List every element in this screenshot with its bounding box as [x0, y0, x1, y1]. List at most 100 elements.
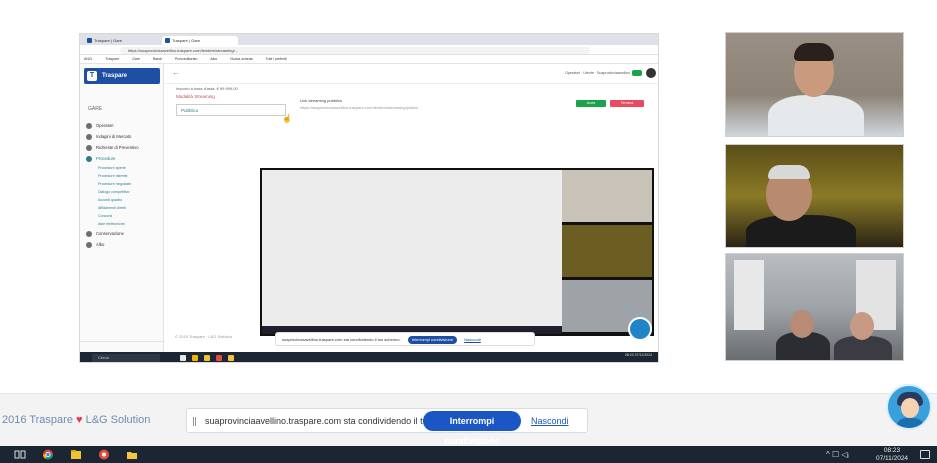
streaming-mode-label: Modalità Streaming: [176, 94, 215, 99]
brand-button[interactable]: T Traspare: [84, 68, 160, 84]
sidebar-item-conservazione[interactable]: Conservazione: [86, 228, 162, 239]
page-footer-strip: 2016 Traspare ♥ L&G Solution suaprovinci…: [0, 393, 937, 446]
bookmark[interactable]: Albo: [210, 57, 217, 61]
system-tray[interactable]: ^ ☐ ◁ᵢ: [826, 450, 849, 459]
nested-hide-link[interactable]: Nascondi: [464, 337, 481, 342]
app-main: ← Operatori · Utente · Suaprovinciaavell…: [164, 64, 658, 359]
sidebar-subitem[interactable]: Procedure aperte: [86, 164, 162, 172]
header-user-info[interactable]: Operatori · Utente · Suaprovinciaavellin…: [565, 71, 630, 75]
status-badge: [632, 70, 642, 76]
heart-icon: ♥: [76, 414, 83, 426]
public-streaming-link: Link streaming pubblico https://suaprovi…: [300, 98, 490, 110]
hide-share-bar-link[interactable]: Nascondi: [531, 416, 569, 426]
chrome-icon[interactable]: [192, 355, 198, 361]
sidebar-menu: Operatori Indagini di Mercato Richieste …: [86, 120, 162, 250]
participant-head: [790, 310, 814, 338]
start-streaming-button[interactable]: Avvia: [576, 100, 606, 107]
taskbar-clock[interactable]: 08:23 07/11/2024: [876, 447, 908, 462]
sidebar-item-preventivo[interactable]: Richieste di Preventivo: [86, 142, 162, 153]
header-avatar[interactable]: [646, 68, 656, 78]
taskbar-search-field[interactable]: Cerca: [92, 354, 160, 362]
nested-clock: 08:23 07/11/2024: [625, 353, 652, 357]
document-icon: [86, 242, 92, 248]
factory-icon: [86, 134, 92, 140]
assistant-avatar[interactable]: [628, 317, 652, 341]
bookmark[interactable]: Tutti i preferiti: [266, 57, 287, 61]
clock-icon: [86, 123, 92, 129]
video-tile-participant-1: [725, 32, 904, 137]
nested-stop-sharing-button[interactable]: Interrompi condivisione: [407, 336, 457, 344]
sidebar-subitem[interactable]: Aste elettroniche: [86, 220, 162, 228]
app-icon[interactable]: [228, 355, 234, 361]
app-sidebar: T Traspare GARE Operatori Indagini di Me…: [80, 64, 164, 359]
app-icon[interactable]: [216, 355, 222, 361]
assistant-avatar-large[interactable]: [886, 384, 932, 430]
windows-taskbar: ^ ☐ ◁ᵢ 08:23 07/11/2024: [0, 446, 937, 463]
participant-hair: [768, 165, 810, 179]
app-header: ← Operatori · Utente · Suaprovinciaavell…: [164, 64, 658, 84]
sidebar-subitem[interactable]: Affidamenti diretti: [86, 204, 162, 212]
tab-favicon-icon: [165, 38, 170, 43]
flask-icon: [86, 156, 92, 162]
streaming-url[interactable]: https://suaprovinciaavellino.traspare.co…: [300, 105, 490, 110]
sidebar-header: GARE: [88, 106, 103, 112]
sidebar-subitem[interactable]: Concorsi: [86, 212, 162, 220]
folder-icon[interactable]: [204, 355, 210, 361]
screen: Traspare | Gare Traspare | Gare https://…: [0, 0, 937, 463]
nested-camera-tile: [562, 225, 652, 277]
sidebar-item-indagini[interactable]: Indagini di Mercato: [86, 131, 162, 142]
nested-windows-taskbar: Cerca 08:23 07/11/2024: [80, 352, 658, 362]
participant-head: [850, 312, 874, 340]
bookmark[interactable]: Provveditorato: [175, 57, 198, 61]
bookmark[interactable]: Gare: [132, 57, 140, 61]
brand-traspare[interactable]: Traspare: [29, 414, 73, 426]
bookmarks-bar: ANCI Traspare Gare Bandi Provveditorato …: [80, 55, 658, 64]
drag-handle-icon[interactable]: [193, 417, 196, 426]
url-field[interactable]: https://suaprovinciaavellino.traspare.co…: [120, 47, 590, 54]
brand-lg-solution[interactable]: L&G Solution: [86, 414, 151, 426]
nested-camera-tile: [562, 170, 652, 222]
bookmark[interactable]: Bandi: [153, 57, 162, 61]
clock-date: 07/11/2024: [876, 454, 909, 462]
archive-icon: [86, 231, 92, 237]
sidebar-subitem[interactable]: Procedure negoziate: [86, 180, 162, 188]
sidebar-subitem[interactable]: Procedure ristrette: [86, 172, 162, 180]
notification-icon[interactable]: [920, 450, 930, 459]
sidebar-item-albo[interactable]: Albo: [86, 239, 162, 250]
tender-form: Importo a base d'asta: € 99.999,00 Modal…: [176, 86, 238, 99]
address-bar: https://suaprovinciaavellino.traspare.co…: [80, 45, 658, 55]
video-tile-participant-2: [725, 144, 904, 248]
bookmark[interactable]: Nuova scheda: [230, 57, 252, 61]
participant-body: [768, 95, 864, 136]
brand-label: Traspare: [102, 73, 128, 79]
sidebar-item-procedure[interactable]: Procedure: [86, 153, 162, 164]
base-amount-label: Importo a base d'asta: € 99.999,00: [176, 86, 238, 91]
task-view-icon[interactable]: [14, 449, 26, 460]
hand-cursor-icon: ☝: [282, 114, 292, 123]
file-explorer-icon[interactable]: [70, 449, 82, 460]
nested-shared-screen: [262, 170, 562, 334]
app-icon[interactable]: [98, 449, 110, 460]
nested-share-message: suaprovinciaavellino.traspare.com sta co…: [282, 337, 401, 342]
pencil-icon: [86, 145, 92, 151]
browser-tab[interactable]: Traspare | Gare: [84, 36, 160, 45]
bookmark[interactable]: ANCI: [84, 57, 92, 61]
shared-screen: Traspare | Gare Traspare | Gare https://…: [79, 33, 659, 363]
tab-favicon-icon: [87, 38, 92, 43]
browser-tabbar: Traspare | Gare Traspare | Gare: [80, 34, 658, 45]
browser-tab-active[interactable]: Traspare | Gare: [162, 36, 238, 45]
window-background: [734, 260, 764, 330]
streaming-mode-select[interactable]: Pubblico: [176, 104, 286, 116]
nested-meeting-preview: [260, 168, 654, 336]
stop-streaming-button[interactable]: Termina: [610, 100, 644, 107]
bookmark[interactable]: Traspare: [105, 57, 119, 61]
back-arrow-icon[interactable]: ←: [172, 68, 180, 77]
task-view-icon[interactable]: [180, 355, 186, 361]
chrome-icon[interactable]: [42, 449, 54, 460]
stop-sharing-button[interactable]: Interrompi condivisione: [423, 411, 521, 446]
sidebar-subitem[interactable]: Accordi quadro: [86, 196, 162, 204]
folder-icon[interactable]: [126, 449, 138, 460]
sidebar-subitem[interactable]: Dialogo competitivo: [86, 188, 162, 196]
sidebar-item-operatori[interactable]: Operatori: [86, 120, 162, 131]
link-title: Link streaming pubblico: [300, 98, 343, 103]
